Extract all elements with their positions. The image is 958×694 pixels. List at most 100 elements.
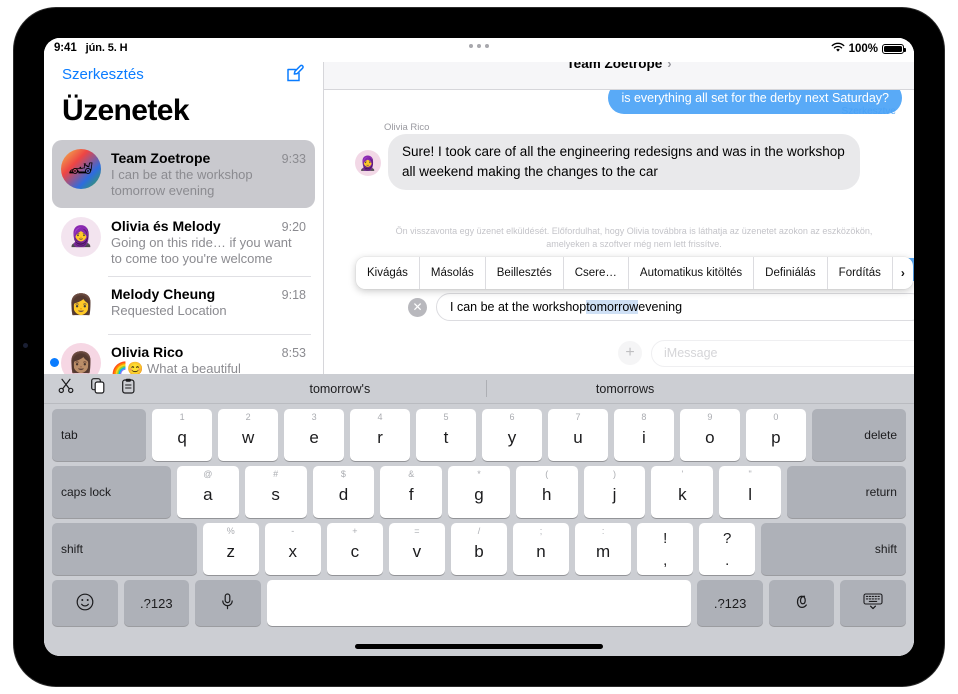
key-p[interactable]: 0p <box>745 409 806 461</box>
key-delete[interactable]: delete <box>811 409 906 461</box>
key-caps-lock[interactable]: caps lock <box>52 466 171 518</box>
key-m[interactable]: :m <box>575 523 632 575</box>
incoming-message-text: Sure! I took care of all the engineering… <box>402 144 845 179</box>
conversation-time: 9:18 <box>281 288 306 302</box>
key-exclamation-comma[interactable]: !, <box>637 523 694 575</box>
key-alt-label: 6 <box>509 412 515 422</box>
key-z[interactable]: % z <box>202 523 259 575</box>
key-tab[interactable]: tab <box>52 409 147 461</box>
key-space[interactable] <box>266 580 692 626</box>
conversation-snippet: Going on this ride… if you want to come … <box>111 235 292 266</box>
unsend-notice: Ön visszavonta egy üzenet elküldését. El… <box>395 226 873 249</box>
key-t[interactable]: 5t <box>416 409 476 461</box>
edited-badge: Szerkesztve <box>841 106 896 117</box>
key-label: shift <box>874 542 897 556</box>
key-u[interactable]: 7u <box>547 409 608 461</box>
key-b[interactable]: / b <box>450 523 507 575</box>
key-alt-label: 8 <box>641 412 647 422</box>
key-a[interactable]: @ a <box>176 466 239 518</box>
key-alt-label: 4 <box>377 412 383 422</box>
key-s[interactable]: # s <box>244 466 307 518</box>
compose-icon[interactable] <box>285 64 305 84</box>
key-e[interactable]: 3e <box>284 409 345 461</box>
avatar: 👩 <box>61 285 101 325</box>
key-x[interactable]: -x <box>264 523 321 575</box>
key-label: tab <box>61 428 78 442</box>
multitask-dot <box>469 44 473 48</box>
message-edit-input[interactable]: I can be at the workshop tomorrow evenin… <box>436 293 914 321</box>
text-edit-context-menu: Kivágás Másolás Beillesztés Csere… Autom… <box>356 257 913 289</box>
paste-icon[interactable] <box>122 378 135 399</box>
menu-item-define[interactable]: Definiálás <box>754 257 828 289</box>
key-numbers-left[interactable]: .?123 <box>123 580 190 626</box>
key-question-period[interactable]: ?. <box>699 523 756 575</box>
key-alt-label: : <box>601 526 605 536</box>
key-shift-left[interactable]: shift <box>52 523 197 575</box>
key-label: g <box>474 485 484 504</box>
key-w[interactable]: 2w <box>218 409 279 461</box>
incoming-message-bubble[interactable]: Sure! I took care of all the engineering… <box>388 134 860 190</box>
key-dictation[interactable] <box>195 580 261 626</box>
menu-item-copy[interactable]: Másolás <box>420 257 486 289</box>
home-indicator[interactable] <box>355 644 603 649</box>
key-i[interactable]: 8i <box>613 409 674 461</box>
menu-item-replace[interactable]: Csere… <box>564 257 629 289</box>
multitask-dot <box>477 44 481 48</box>
keyboard-row-4: .?123 .?123 <box>44 580 914 626</box>
menu-item-translate[interactable]: Fordítás <box>828 257 893 289</box>
key-f[interactable]: & f <box>380 466 443 518</box>
battery-percent: 100% <box>848 43 878 55</box>
key-emoji[interactable] <box>52 580 118 626</box>
keyboard-dismiss-icon <box>863 593 883 613</box>
imessage-input[interactable]: iMessage <box>651 339 914 367</box>
key-handwriting[interactable] <box>768 580 835 626</box>
key-alt-label: 3 <box>311 412 317 422</box>
status-bar: 9:41 jún. 5. H 100% <box>44 38 914 62</box>
key-keyboard-dismiss[interactable] <box>840 580 906 626</box>
menu-item-paste[interactable]: Beillesztés <box>486 257 564 289</box>
conversation-row-melody-cheung[interactable]: 👩 Melody Cheung 9:18 Requested Location <box>52 276 315 334</box>
key-l[interactable]: " l <box>719 466 781 518</box>
key-g[interactable]: * g <box>448 466 510 518</box>
prediction-suggestion-1[interactable]: tomorrow's <box>194 382 486 396</box>
key-c[interactable]: + c <box>326 523 383 575</box>
conversation-top-line: Melody Cheung 9:18 <box>111 286 306 302</box>
bezel-artifact <box>23 343 28 348</box>
conversation-top-line: Team Zoetrope 9:33 <box>111 150 306 166</box>
key-d[interactable]: $ d <box>312 466 375 518</box>
predictive-text-bar: tomorrow's tomorrows <box>44 374 914 404</box>
key-label: q <box>177 428 187 447</box>
multitasking-control[interactable] <box>469 44 489 48</box>
key-numbers-right[interactable]: .?123 <box>697 580 763 626</box>
key-y[interactable]: 6y <box>482 409 542 461</box>
key-k[interactable]: ' k <box>651 466 714 518</box>
key-q[interactable]: 1q <box>152 409 213 461</box>
key-alt-label: 1 <box>179 412 185 422</box>
copy-icon[interactable] <box>91 378 105 399</box>
clear-circle-icon[interactable]: ✕ <box>408 297 427 317</box>
conversation-time: 9:20 <box>281 220 306 234</box>
key-label: y <box>507 428 517 447</box>
key-h[interactable]: (h <box>515 466 578 518</box>
key-shift-right[interactable]: shift <box>761 523 906 575</box>
key-label: z <box>226 542 235 561</box>
chevron-right-icon[interactable]: › <box>893 257 913 289</box>
key-r[interactable]: 4r <box>350 409 411 461</box>
edit-button[interactable]: Szerkesztés <box>62 66 144 83</box>
cut-icon[interactable] <box>58 378 74 399</box>
conversation-row-olivia-es-melody[interactable]: 🧕 Olivia és Melody 9:20 Going on this ri… <box>52 208 315 276</box>
key-label: . <box>725 552 730 569</box>
key-o[interactable]: 9o <box>679 409 740 461</box>
menu-item-autofill[interactable]: Automatikus kitöltés <box>629 257 755 289</box>
key-j[interactable]: ) j <box>583 466 646 518</box>
key-alt-label: + <box>352 526 358 536</box>
menu-item-cut[interactable]: Kivágás <box>356 257 420 289</box>
conversation-body: Melody Cheung 9:18 Requested Location <box>111 285 306 325</box>
key-return[interactable]: return <box>787 466 906 518</box>
conversation-row-team-zoetrope[interactable]: 🏎 Team Zoetrope 9:33 I can be at the wor… <box>52 140 315 208</box>
key-n[interactable]: ; n <box>513 523 570 575</box>
key-alt-label: 0 <box>773 412 779 422</box>
prediction-suggestion-2[interactable]: tomorrows <box>486 382 764 396</box>
key-v[interactable]: = v <box>388 523 445 575</box>
plus-circle-icon[interactable]: + <box>618 341 642 365</box>
